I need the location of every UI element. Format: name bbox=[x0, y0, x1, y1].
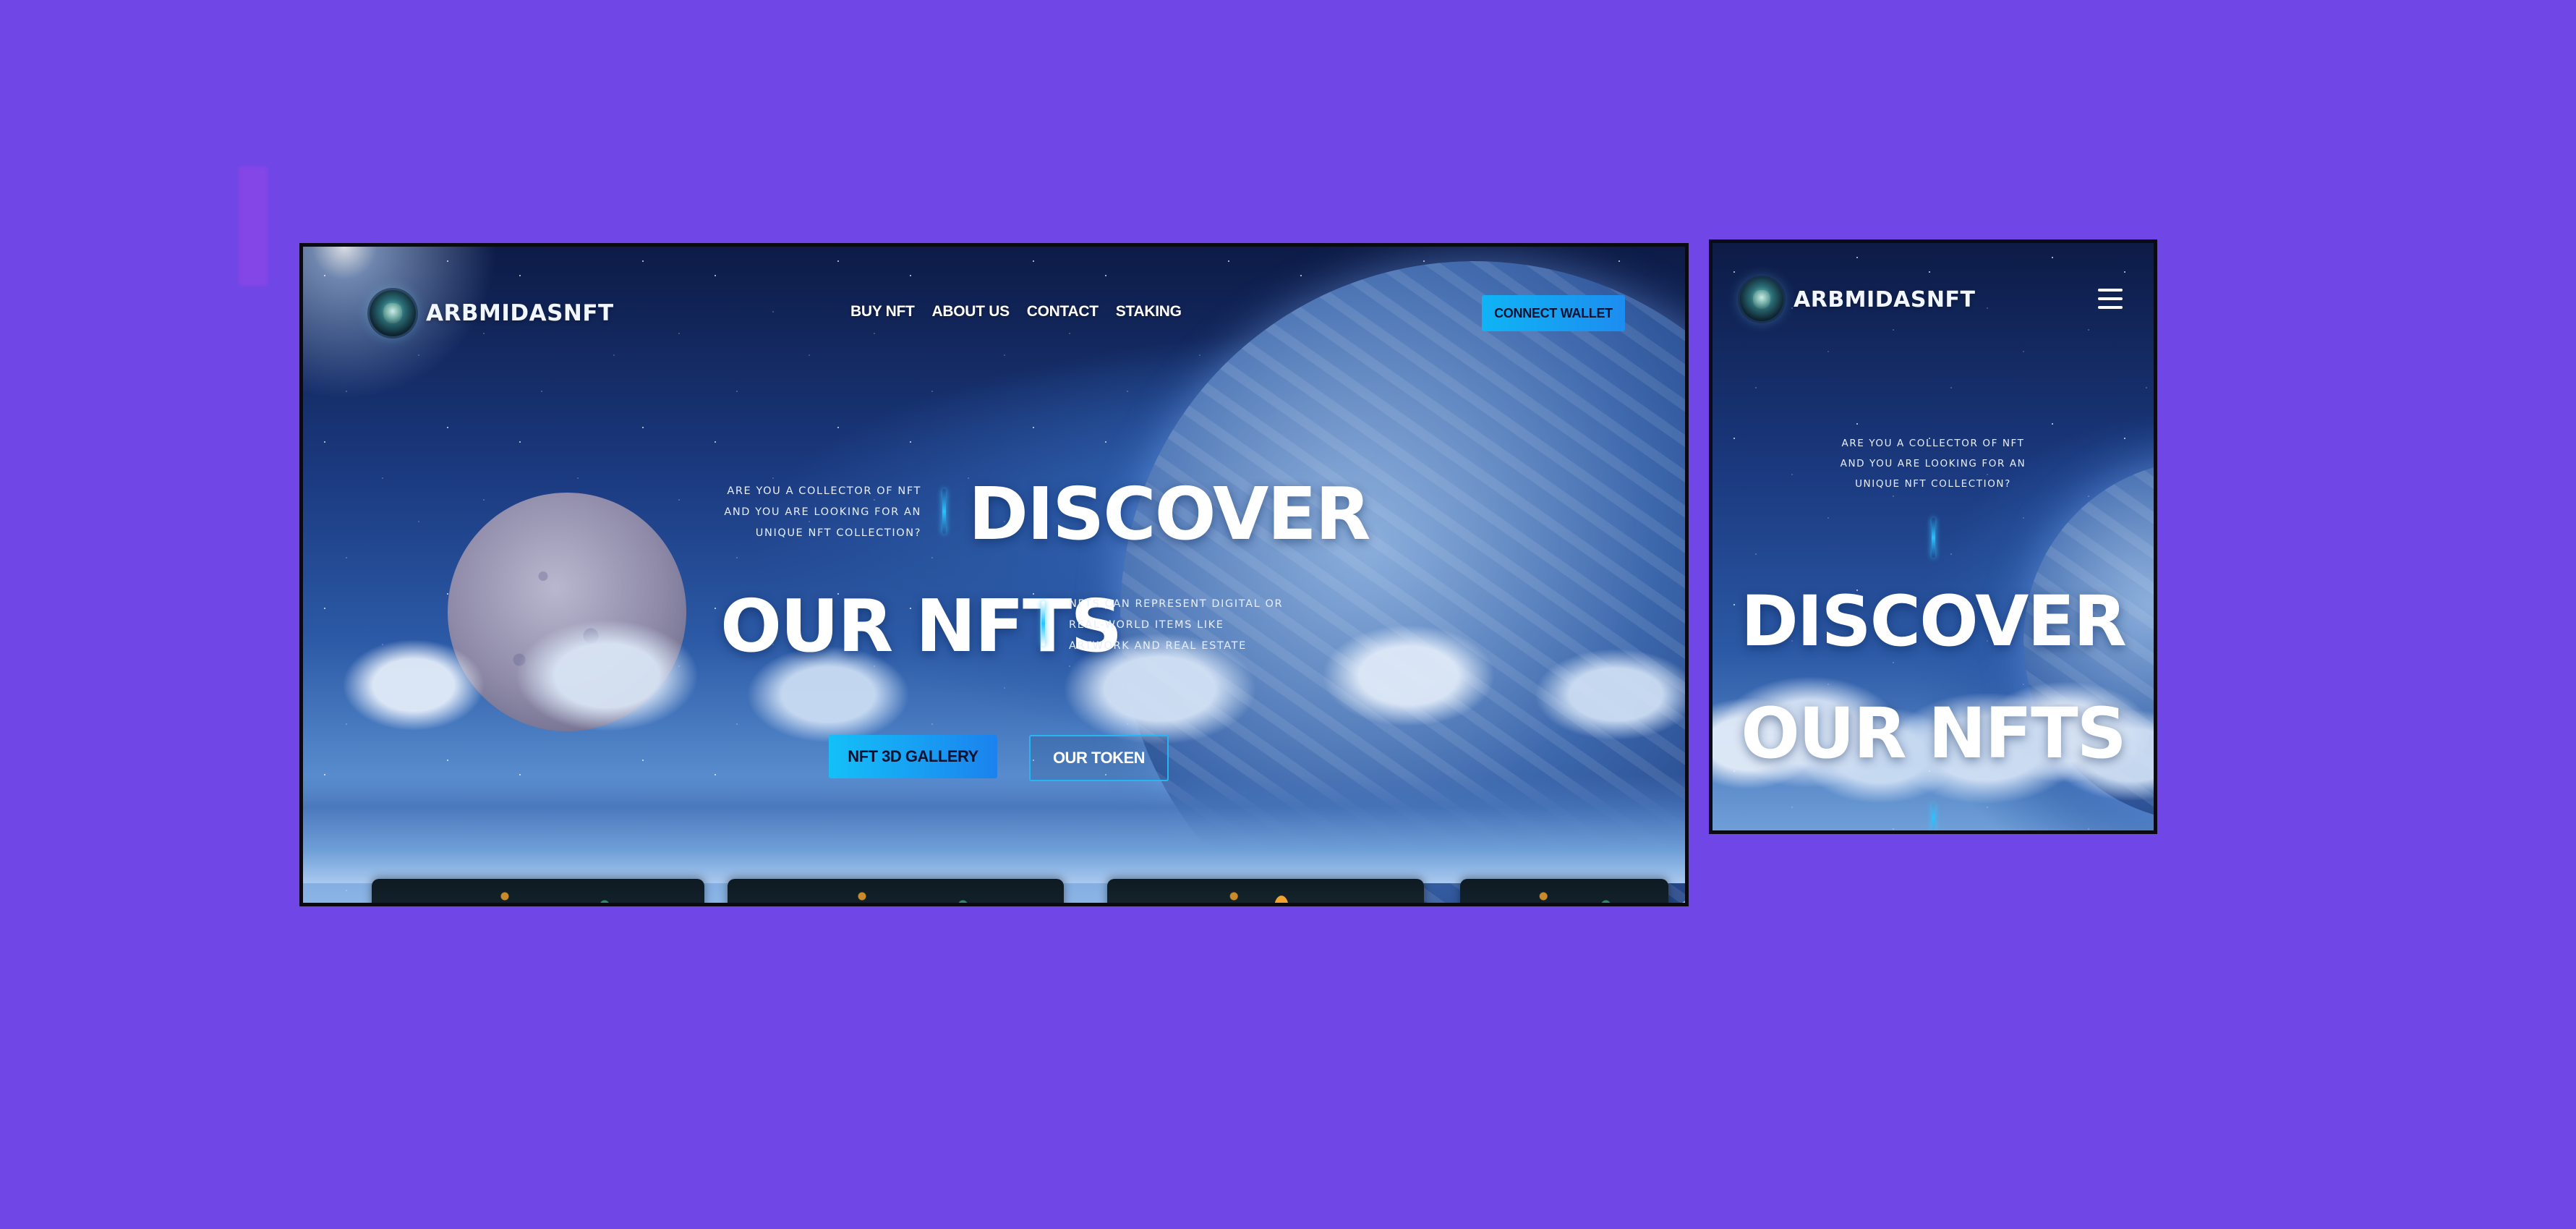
hamburger-line bbox=[2098, 289, 2123, 292]
hero-side-line: ARTWORK AND REAL ESTATE bbox=[1069, 640, 1247, 652]
desktop-preview-frame: ARBMIDASNFT BUY NFT ABOUT US CONTACT STA… bbox=[299, 243, 1689, 906]
hero-side-line: REAL-WORLD ITEMS LIKE bbox=[1069, 619, 1224, 631]
hero-intro-text: ARE YOU A COLLECTOR OF NFT AND YOU ARE L… bbox=[683, 481, 921, 544]
hero-title-discover: DISCOVER bbox=[1741, 581, 2127, 662]
brand-name: ARBMIDASNFT bbox=[1794, 286, 1976, 312]
nav-item-staking[interactable]: STAKING bbox=[1116, 303, 1182, 320]
connect-wallet-button[interactable]: CONNECT WALLET bbox=[1482, 295, 1625, 331]
hero-intro-text: ARE YOU A COLLECTOR OF NFT AND YOU ARE L… bbox=[1713, 433, 2154, 494]
hero-accent-bar bbox=[942, 489, 946, 534]
nft-card[interactable] bbox=[1107, 879, 1424, 903]
nav-item-buy-nft[interactable]: BUY NFT bbox=[850, 303, 915, 320]
hero-title-our-nfts: OUR NFTS bbox=[1741, 693, 2126, 774]
hamburger-line bbox=[2098, 306, 2123, 309]
our-token-button[interactable]: OUR TOKEN bbox=[1029, 735, 1169, 781]
brand-logo-link[interactable]: ARBMIDASNFT bbox=[1740, 278, 1976, 321]
hero-side-text: NFTS CAN REPRESENT DIGITAL OR REAL-WORLD… bbox=[1069, 594, 1315, 657]
hero-intro-line: AND YOU ARE LOOKING FOR AN bbox=[724, 506, 921, 518]
hero-accent-bar bbox=[1932, 804, 1935, 830]
hamburger-line bbox=[2098, 297, 2123, 300]
nav-item-contact[interactable]: CONTACT bbox=[1027, 303, 1099, 320]
hero-intro-line: ARE YOU A COLLECTOR OF NFT bbox=[727, 485, 921, 497]
hero-side-line: NFTS CAN REPRESENT DIGITAL OR bbox=[1069, 598, 1284, 610]
brand-name: ARBMIDASNFT bbox=[426, 300, 614, 326]
logo-avatar-icon bbox=[1740, 278, 1783, 321]
faded-side-bar bbox=[239, 166, 268, 286]
mobile-preview-frame: ARBMIDASNFT ARE YOU A COLLECTOR OF NFT A… bbox=[1709, 239, 2157, 834]
hero-title-discover: DISCOVER bbox=[968, 472, 1371, 556]
hero-intro-line: UNIQUE NFT COLLECTION? bbox=[1855, 478, 2011, 490]
hero-intro-line: UNIQUE NFT COLLECTION? bbox=[755, 527, 921, 539]
nft-card[interactable] bbox=[728, 879, 1064, 903]
nav-item-about-us[interactable]: ABOUT US bbox=[932, 303, 1010, 320]
mountains bbox=[303, 775, 1685, 883]
hero-intro-line: AND YOU ARE LOOKING FOR AN bbox=[1840, 458, 2026, 469]
nft-3d-gallery-button[interactable]: NFT 3D GALLERY bbox=[829, 735, 997, 778]
brand-logo-link[interactable]: ARBMIDASNFT bbox=[370, 290, 614, 336]
hero-accent-bar bbox=[1932, 518, 1935, 558]
hero-accent-bar bbox=[1041, 601, 1045, 646]
hero-intro-line: ARE YOU A COLLECTOR OF NFT bbox=[1841, 438, 2025, 449]
logo-avatar-icon bbox=[370, 290, 416, 336]
nft-card[interactable] bbox=[372, 879, 704, 903]
main-nav: BUY NFT ABOUT US CONTACT STAKING bbox=[850, 303, 1182, 320]
nft-card[interactable] bbox=[1460, 879, 1668, 903]
hero-title-our-nfts: OUR NFTS bbox=[720, 584, 1122, 668]
hamburger-icon[interactable] bbox=[2098, 289, 2123, 309]
